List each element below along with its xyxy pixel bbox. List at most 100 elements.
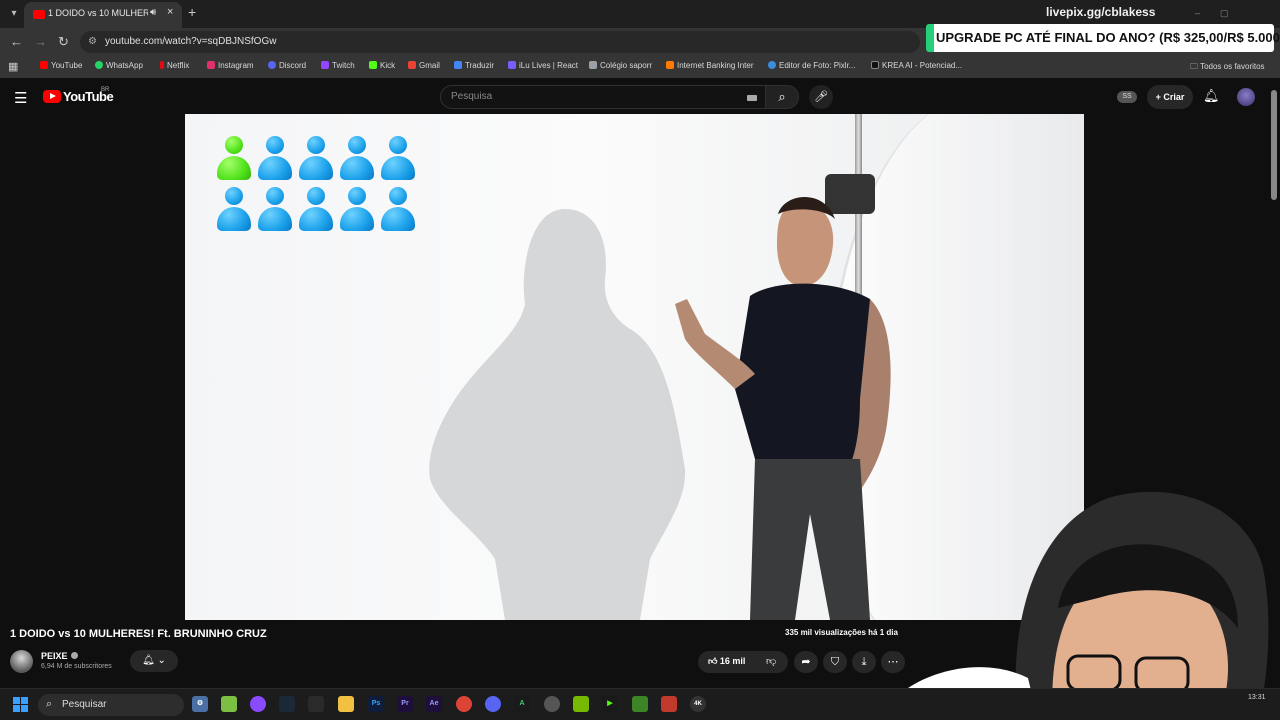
share-button[interactable]: ➦ — [794, 651, 818, 673]
more-icon: ⋯ — [887, 656, 899, 668]
save-button[interactable]: ⛉ — [823, 651, 847, 673]
bookmark-gmail[interactable]: Gmail — [408, 61, 440, 70]
page-scrollbar[interactable] — [1271, 90, 1277, 200]
apps-grid-icon[interactable]: ▦ — [8, 60, 18, 73]
back-arrow-icon[interactable]: ← — [10, 34, 23, 49]
epic-games-icon[interactable] — [308, 696, 324, 712]
premiere-icon[interactable]: Pr — [397, 696, 413, 712]
url-bar[interactable]: ⚙ youtube.com/watch?v=sqDBJNSfOGw — [80, 31, 920, 53]
bookmark-label: Editor de Foto: Pixlr... — [779, 61, 856, 70]
app-icon[interactable] — [661, 696, 677, 712]
app-icon[interactable]: A — [514, 696, 530, 712]
settings-app-icon[interactable]: ⚙ — [192, 696, 208, 712]
channel-name[interactable]: PEIXE — [41, 651, 68, 661]
app-icon[interactable] — [221, 696, 237, 712]
bookmark-icon: ⛉ — [830, 656, 840, 668]
subscribed-notifications-button[interactable]: 🔔︎ ⌄ — [130, 650, 178, 672]
ss-extension-badge[interactable]: SS — [1117, 91, 1137, 103]
bookmark-translate[interactable]: Traduzir — [454, 61, 494, 70]
taskbar-clock[interactable]: 13:31 — [1248, 694, 1266, 701]
kick-icon[interactable]: ▶ — [602, 696, 618, 712]
like-button[interactable]: 👍︎ 16 mil — [708, 656, 745, 667]
4k-downloader-icon[interactable]: 4K — [690, 696, 706, 712]
twitch-icon — [321, 61, 329, 69]
taskbar-search-placeholder: Pesquisar — [62, 699, 107, 710]
youtube-logo-icon[interactable] — [43, 90, 61, 103]
bookmark-whatsapp[interactable]: WhatsApp — [95, 61, 143, 70]
bookmark-instagram[interactable]: Instagram — [207, 61, 254, 70]
browser-tab[interactable]: 1 DOIDO vs 10 MULHERES! 🔊︎ × — [24, 2, 182, 28]
after-effects-icon[interactable]: Ae — [426, 696, 442, 712]
pixlr-icon — [768, 61, 776, 69]
person-icon — [381, 136, 415, 182]
livepix-overlay-text: livepix.gg/cblakess — [1046, 5, 1156, 19]
bookmark-label: Traduzir — [465, 61, 495, 70]
bookmark-discord[interactable]: Discord — [268, 61, 306, 70]
search-icon: ⌕ — [778, 89, 786, 104]
person-eliminated-icon — [217, 136, 251, 182]
views-and-date: 335 mil visualizações há 1 dia — [785, 628, 898, 637]
windows-start-icon[interactable] — [13, 697, 29, 713]
person-icon — [299, 136, 333, 182]
bookmark-pixlr[interactable]: Editor de Foto: Pixlr... — [768, 61, 855, 70]
new-tab-button[interactable]: + — [188, 4, 196, 20]
nvidia-icon[interactable] — [573, 696, 589, 712]
account-avatar[interactable] — [1237, 88, 1255, 106]
more-actions-button[interactable]: ⋯ — [881, 651, 905, 673]
create-button[interactable]: + Criar — [1147, 85, 1193, 109]
chrome-icon[interactable] — [456, 696, 472, 712]
instagram-icon — [207, 61, 215, 69]
kick-icon — [369, 61, 377, 69]
steam-icon[interactable] — [279, 696, 295, 712]
bookmark-netflix[interactable]: Netflix — [160, 61, 189, 70]
all-bookmarks-label: Todos os favoritos — [1200, 62, 1265, 71]
bookmark-twitch[interactable]: Twitch — [321, 61, 355, 70]
site-info-icon[interactable]: ⚙ — [88, 36, 97, 47]
taskbar-search-field[interactable]: ⌕ Pesquisar — [38, 694, 184, 716]
like-count: 16 mil — [719, 656, 746, 666]
search-button[interactable]: ⌕ — [765, 85, 799, 109]
forward-arrow-icon[interactable]: → — [34, 34, 47, 49]
dislike-button[interactable]: 👎︎ — [766, 655, 776, 667]
bookmark-inter-banking[interactable]: Internet Banking Inter — [666, 61, 754, 70]
presenter-figure — [675, 196, 891, 620]
krea-icon — [871, 61, 879, 69]
school-icon — [589, 61, 597, 69]
channel-avatar[interactable] — [10, 650, 33, 673]
like-dislike-group: 👍︎ 16 mil 👎︎ — [698, 651, 788, 673]
bookmark-colegio[interactable]: Colégio saporr — [589, 61, 652, 70]
speaker-icon[interactable]: 🔊︎ — [150, 7, 156, 18]
tab-search-icon[interactable]: ▾ — [6, 6, 22, 22]
all-bookmarks-folder[interactable]: 🗀 Todos os favoritos — [1190, 61, 1265, 75]
menu-icon[interactable]: ☰ — [14, 89, 27, 107]
video-title: 1 DOIDO vs 10 MULHERES! Ft. BRUNINHO CRU… — [10, 628, 267, 640]
window-controls[interactable]: –▢ — [1195, 8, 1249, 19]
app-icon[interactable] — [250, 696, 266, 712]
bookmark-label: iLu Lives | React — [519, 61, 578, 70]
discord-icon[interactable] — [485, 696, 501, 712]
bookmark-kick[interactable]: Kick — [369, 61, 395, 70]
bookmark-youtube[interactable]: YouTube — [40, 61, 82, 70]
search-input[interactable]: Pesquisa — [440, 85, 766, 109]
ilu-lives-icon — [508, 61, 516, 69]
bookmark-ilu-lives[interactable]: iLu Lives | React — [508, 61, 578, 70]
reload-icon[interactable]: ↻ — [58, 34, 69, 50]
keyboard-icon[interactable] — [747, 95, 757, 101]
person-icon — [340, 136, 374, 182]
close-tab-icon[interactable]: × — [167, 6, 173, 18]
notifications-bell-icon[interactable]: 🔔︎ — [1203, 88, 1220, 104]
upgrade-goal-banner: UPGRADE PC ATÉ FINAL DO ANO? (R$ 325,00/… — [926, 24, 1280, 52]
verified-icon — [70, 652, 78, 659]
gmail-icon — [408, 61, 416, 69]
chevron-down-icon: ⌄ — [157, 655, 166, 666]
channel-name-row[interactable]: PEIXE — [41, 651, 78, 661]
minecraft-icon[interactable] — [632, 696, 648, 712]
download-button[interactable]: ⤓ — [852, 651, 876, 673]
translate-icon — [454, 61, 462, 69]
file-explorer-icon[interactable] — [338, 696, 354, 712]
bookmark-krea[interactable]: KREA AI - Potenciad... — [871, 61, 962, 70]
url-text[interactable]: youtube.com/watch?v=sqDBJNSfOGw — [105, 36, 276, 47]
voice-search-button[interactable]: 🎤︎ — [809, 85, 833, 109]
obs-icon[interactable] — [544, 696, 560, 712]
photoshop-icon[interactable]: Ps — [368, 696, 384, 712]
